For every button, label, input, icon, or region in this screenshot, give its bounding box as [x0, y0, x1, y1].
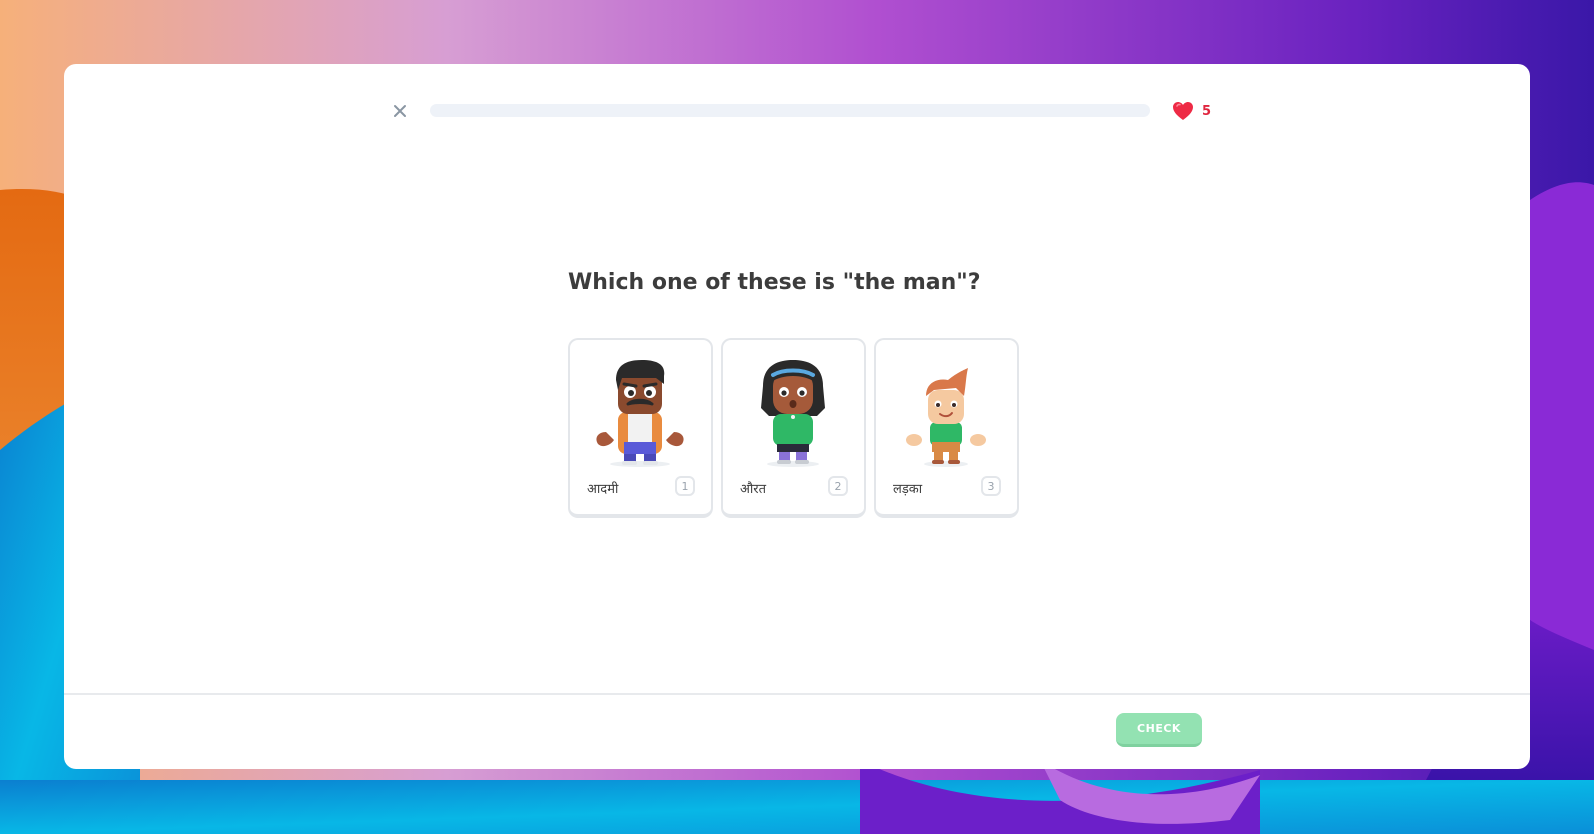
man-character-icon — [596, 360, 684, 467]
check-button[interactable]: CHECK — [1116, 713, 1202, 747]
choice-card-3[interactable]: लड़का 3 — [874, 338, 1019, 518]
woman-character-icon — [761, 360, 825, 467]
choice-card-2[interactable]: औरत 2 — [721, 338, 866, 518]
choice-key-hint: 2 — [828, 476, 848, 496]
choice-card-1[interactable]: आदमी 1 — [568, 338, 713, 518]
heart-icon — [1173, 102, 1193, 120]
close-icon — [394, 105, 406, 117]
lesson-footer: CHECK — [64, 693, 1530, 769]
close-button[interactable] — [388, 99, 412, 123]
lesson-progress-bar — [430, 104, 1150, 117]
choice-key-hint: 1 — [675, 476, 695, 496]
choice-list: आदमी 1 औरत 2 लड़का 3 — [568, 338, 1019, 518]
choice-key-hint: 3 — [981, 476, 1001, 496]
choice-label: औरत — [740, 482, 767, 497]
boy-character-icon — [906, 368, 986, 467]
choice-label: आदमी — [587, 482, 619, 497]
challenge-prompt: Which one of these is "the man"? — [568, 270, 981, 295]
hearts-counter[interactable]: 5 — [1172, 99, 1211, 123]
hearts-count: 5 — [1202, 103, 1212, 119]
lesson-window: 5 Which one of these is "the man"? आदमी … — [64, 64, 1530, 769]
choice-label: लड़का — [893, 482, 923, 497]
